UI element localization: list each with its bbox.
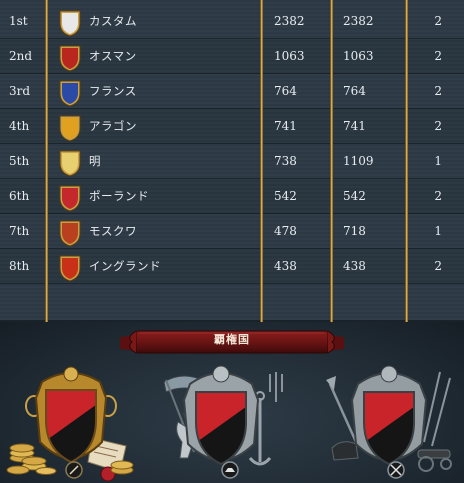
table-row[interactable]: 3rd フランス 764 764 2	[0, 74, 464, 109]
column-separator	[405, 0, 408, 322]
count-value: 1	[434, 224, 442, 238]
count-value: 2	[434, 14, 442, 28]
custom-white-shield-icon	[59, 10, 81, 37]
hegemony-panel: 覇権国	[0, 322, 464, 483]
table-row[interactable]: 6th ポーランド 542 542 2	[0, 179, 464, 214]
ottoman-crescent-shield-icon	[59, 45, 81, 72]
count-value: 2	[434, 259, 442, 273]
country-name: フランス	[89, 84, 137, 98]
ming-character-shield-icon	[59, 150, 81, 177]
score-value: 741	[274, 119, 297, 133]
country-name: モスクワ	[89, 224, 137, 238]
england-lions-shield-icon	[59, 255, 81, 282]
military-hegemon-emblem[interactable]	[322, 362, 456, 483]
count-value: 2	[434, 84, 442, 98]
score-value: 2382	[343, 14, 374, 28]
naval-hegemon-emblem[interactable]	[154, 362, 288, 483]
country-name: イングランド	[89, 259, 161, 273]
hegemony-title: 覇権国	[214, 333, 250, 346]
muscovy-rider-shield-icon	[59, 220, 81, 247]
score-value: 738	[274, 154, 297, 168]
table-row[interactable]: 5th 明 738 1109 1	[0, 144, 464, 179]
count-value: 1	[434, 154, 442, 168]
rank-label: 2nd	[9, 49, 33, 63]
country-name: 明	[89, 154, 101, 168]
score-value: 1109	[343, 154, 374, 168]
france-fleur-de-lis-shield-icon	[59, 80, 81, 107]
rank-label: 8th	[9, 259, 30, 273]
table-row[interactable]: 8th イングランド 438 438 2	[0, 249, 464, 284]
score-value: 718	[343, 224, 366, 238]
rank-label: 3rd	[9, 84, 31, 98]
column-separator	[260, 0, 263, 322]
table-row[interactable]: 2nd オスマン 1063 1063 2	[0, 39, 464, 74]
rank-label: 5th	[9, 154, 30, 168]
poland-eagle-shield-icon	[59, 185, 81, 212]
country-name: オスマン	[89, 49, 137, 63]
aragon-stripes-shield-icon	[59, 115, 81, 142]
score-value: 2382	[274, 14, 305, 28]
great-power-ranking-table: 1st カスタム 2382 2382 2 2nd オスマン 1063 1063 2 3rd フランス 7…	[0, 0, 464, 322]
rank-label: 1st	[9, 14, 28, 28]
count-value: 2	[434, 119, 442, 133]
country-name: カスタム	[89, 14, 137, 28]
score-value: 542	[274, 189, 297, 203]
count-value: 2	[434, 49, 442, 63]
country-name: アラゴン	[89, 119, 137, 133]
score-value: 741	[343, 119, 366, 133]
table-row[interactable]: 4th アラゴン 741 741 2	[0, 109, 464, 144]
score-value: 764	[274, 84, 297, 98]
score-value: 438	[274, 259, 297, 273]
column-separator	[330, 0, 333, 322]
score-value: 478	[274, 224, 297, 238]
economic-hegemon-emblem[interactable]	[4, 362, 138, 483]
country-name: ポーランド	[89, 189, 149, 203]
score-value: 438	[343, 259, 366, 273]
rank-label: 7th	[9, 224, 30, 238]
score-value: 1063	[343, 49, 374, 63]
rank-label: 4th	[9, 119, 30, 133]
table-row[interactable]: 7th モスクワ 478 718 1	[0, 214, 464, 249]
score-value: 1063	[274, 49, 305, 63]
count-value: 2	[434, 189, 442, 203]
score-value: 542	[343, 189, 366, 203]
score-value: 764	[343, 84, 366, 98]
column-separator	[45, 0, 48, 322]
rank-label: 6th	[9, 189, 30, 203]
table-row[interactable]: 1st カスタム 2382 2382 2	[0, 4, 464, 39]
